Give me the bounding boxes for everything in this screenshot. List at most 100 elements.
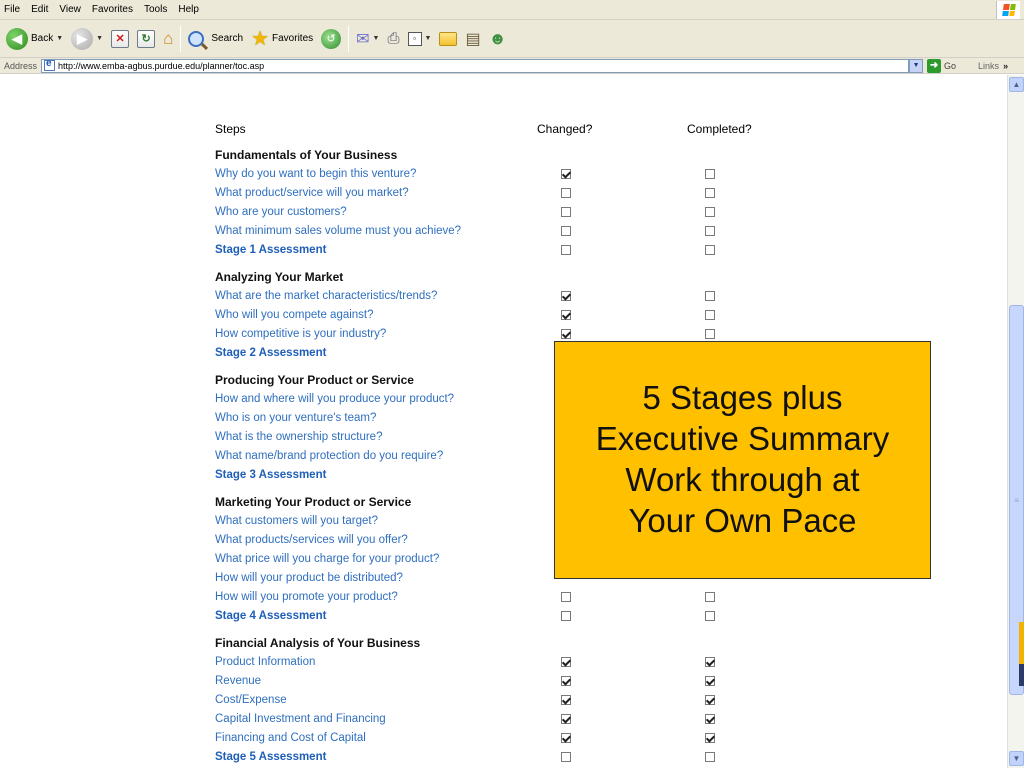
step-link[interactable]: How competitive is your industry? [215, 328, 549, 340]
stage-assessment-link[interactable]: Stage 2 Assessment [215, 347, 549, 359]
step-link[interactable]: What product/service will you market? [215, 187, 549, 199]
address-url[interactable]: http://www.emba-agbus.purdue.edu/planner… [58, 61, 264, 71]
step-link[interactable]: Revenue [215, 675, 549, 687]
changed-checkbox[interactable] [561, 610, 572, 621]
changed-checkbox[interactable] [561, 751, 572, 762]
refresh-button[interactable]: ↻ [133, 24, 159, 54]
menu-view[interactable]: View [55, 4, 88, 15]
menu-tools[interactable]: Tools [140, 4, 174, 15]
changed-checkbox[interactable] [561, 187, 572, 198]
stage-assessment-link[interactable]: Stage 5 Assessment [215, 751, 549, 763]
stage-assessment-link[interactable]: Stage 4 Assessment [215, 610, 549, 622]
step-link[interactable]: Financing and Cost of Capital [215, 732, 549, 744]
changed-checkbox[interactable] [561, 244, 572, 255]
completed-cell [697, 713, 815, 724]
step-link[interactable]: Why do you want to begin this venture? [215, 168, 549, 180]
changed-checkbox[interactable] [561, 309, 572, 320]
changed-cell [549, 328, 697, 339]
step-link[interactable]: What price will you charge for your prod… [215, 553, 549, 565]
changed-checkbox[interactable] [561, 713, 572, 724]
step-link[interactable]: What products/services will you offer? [215, 534, 549, 546]
print-button[interactable]: ⎙ [383, 24, 403, 54]
mail-button[interactable]: ✉ ▼ [352, 24, 383, 54]
forward-button[interactable]: ▶ ▼ [67, 24, 107, 54]
favorites-button[interactable]: ★ Favorites [247, 24, 317, 54]
callout-line: Your Own Pace [628, 501, 857, 539]
changed-checkbox[interactable] [561, 206, 572, 217]
changed-checkbox[interactable] [561, 168, 572, 179]
step-link[interactable]: How and where will you produce your prod… [215, 393, 549, 405]
stage-assessment-link[interactable]: Stage 1 Assessment [215, 244, 549, 256]
header-steps: Steps [215, 122, 246, 136]
edit-button[interactable]: ▫ ▼ [404, 24, 436, 54]
history-button[interactable]: ↺ [317, 24, 345, 54]
menu-help[interactable]: Help [174, 4, 206, 15]
completed-checkbox[interactable] [704, 713, 715, 724]
address-dropdown-icon[interactable]: ▼ [909, 58, 924, 73]
completed-checkbox[interactable] [704, 656, 715, 667]
step-link[interactable]: Product Information [215, 656, 549, 668]
step-link[interactable]: Cost/Expense [215, 694, 549, 706]
step-link[interactable]: Who is on your venture's team? [215, 412, 549, 424]
search-button[interactable]: Search [184, 24, 247, 54]
chevron-down-icon[interactable]: ▼ [96, 35, 103, 42]
completed-checkbox[interactable] [704, 591, 715, 602]
completed-checkbox[interactable] [704, 168, 715, 179]
messenger-button[interactable]: ☻ [485, 24, 511, 54]
step-link[interactable]: How will your product be distributed? [215, 572, 549, 584]
step-link[interactable]: What are the market characteristics/tren… [215, 290, 549, 302]
scroll-up-icon[interactable]: ▲ [1009, 77, 1024, 92]
chevron-down-icon[interactable]: ▼ [425, 35, 432, 42]
scroll-down-icon[interactable]: ▼ [1009, 751, 1024, 766]
completed-checkbox[interactable] [704, 309, 715, 320]
completed-checkbox[interactable] [704, 694, 715, 705]
step-link[interactable]: What customers will you target? [215, 515, 549, 527]
step-link[interactable]: What is the ownership structure? [215, 431, 549, 443]
back-button[interactable]: ◀ Back ▼ [2, 24, 67, 54]
completed-checkbox[interactable] [704, 732, 715, 743]
changed-checkbox[interactable] [561, 675, 572, 686]
completed-checkbox[interactable] [704, 244, 715, 255]
completed-checkbox[interactable] [704, 290, 715, 301]
changed-checkbox[interactable] [561, 290, 572, 301]
chevron-right-icon[interactable]: » [1003, 61, 1008, 71]
completed-checkbox[interactable] [704, 675, 715, 686]
chevron-down-icon[interactable]: ▼ [56, 35, 63, 42]
step-link[interactable]: What name/brand protection do you requir… [215, 450, 549, 462]
step-link[interactable]: Who are your customers? [215, 206, 549, 218]
research-button[interactable]: ▤ [461, 24, 484, 54]
menu-bar: File Edit View Favorites Tools Help [0, 0, 1024, 20]
changed-checkbox[interactable] [561, 225, 572, 236]
changed-checkbox[interactable] [561, 656, 572, 667]
menu-favorites[interactable]: Favorites [88, 4, 140, 15]
completed-checkbox[interactable] [704, 187, 715, 198]
favorites-label: Favorites [272, 33, 314, 44]
step-link[interactable]: How will you promote your product? [215, 591, 549, 603]
chevron-down-icon[interactable]: ▼ [373, 35, 380, 42]
changed-checkbox[interactable] [561, 328, 572, 339]
links-label[interactable]: Links [978, 61, 999, 71]
completed-checkbox[interactable] [704, 751, 715, 762]
folder-button[interactable] [435, 24, 461, 54]
go-button[interactable]: ➜ Go [927, 58, 957, 73]
completed-checkbox[interactable] [704, 328, 715, 339]
completed-checkbox[interactable] [704, 225, 715, 236]
changed-cell [549, 206, 697, 217]
stage-assessment-link[interactable]: Stage 3 Assessment [215, 469, 549, 481]
completed-checkbox[interactable] [704, 610, 715, 621]
changed-cell [549, 751, 697, 762]
go-label: Go [944, 60, 957, 71]
changed-checkbox[interactable] [561, 694, 572, 705]
step-link[interactable]: What minimum sales volume must you achie… [215, 225, 549, 237]
changed-checkbox[interactable] [561, 591, 572, 602]
menu-file[interactable]: File [0, 4, 27, 15]
completed-checkbox[interactable] [704, 206, 715, 217]
changed-checkbox[interactable] [561, 732, 572, 743]
address-input[interactable]: http://www.emba-agbus.purdue.edu/planner… [41, 58, 910, 73]
home-button[interactable]: ⌂ [159, 24, 177, 54]
stop-button[interactable]: ✕ [107, 24, 133, 54]
step-link[interactable]: Who will you compete against? [215, 309, 549, 321]
home-icon: ⌂ [163, 28, 174, 48]
menu-edit[interactable]: Edit [27, 4, 55, 15]
step-link[interactable]: Capital Investment and Financing [215, 713, 549, 725]
